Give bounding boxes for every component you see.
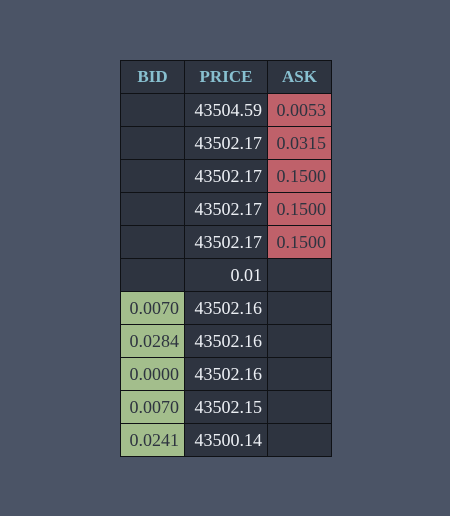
bid-cell: 0.0241 — [120, 423, 185, 457]
ask-cell — [267, 324, 332, 358]
price-header: PRICE — [184, 60, 268, 94]
ask-cell: 0.1500 — [267, 159, 332, 193]
ask-row[interactable]: 43502.17 0.0315 — [120, 126, 332, 160]
ask-cell: 0.1500 — [267, 225, 332, 259]
spread-bid-cell — [120, 258, 185, 292]
bid-cell: 0.0284 — [120, 324, 185, 358]
ask-cell: 0.0053 — [267, 93, 332, 127]
price-cell: 43502.16 — [184, 357, 268, 391]
ask-row[interactable]: 43502.17 0.1500 — [120, 225, 332, 259]
price-cell: 43500.14 — [184, 423, 268, 457]
bid-cell — [120, 192, 185, 226]
price-cell: 43502.17 — [184, 159, 268, 193]
ask-cell — [267, 390, 332, 424]
ask-header: ASK — [267, 60, 332, 94]
bid-header: BID — [120, 60, 185, 94]
bid-cell: 0.0000 — [120, 357, 185, 391]
bid-row[interactable]: 0.0070 43502.15 — [120, 390, 332, 424]
ask-row[interactable]: 43502.17 0.1500 — [120, 192, 332, 226]
bid-row[interactable]: 0.0000 43502.16 — [120, 357, 332, 391]
spread-value: 0.01 — [184, 258, 268, 292]
bid-row[interactable]: 0.0284 43502.16 — [120, 324, 332, 358]
bid-cell — [120, 159, 185, 193]
price-cell: 43502.17 — [184, 225, 268, 259]
bid-row[interactable]: 0.0070 43502.16 — [120, 291, 332, 325]
ask-cell: 0.0315 — [267, 126, 332, 160]
ask-cell — [267, 291, 332, 325]
ask-row[interactable]: 43504.59 0.0053 — [120, 93, 332, 127]
ask-row[interactable]: 43502.17 0.1500 — [120, 159, 332, 193]
bid-row[interactable]: 0.0241 43500.14 — [120, 423, 332, 457]
bid-cell: 0.0070 — [120, 291, 185, 325]
price-cell: 43502.17 — [184, 126, 268, 160]
price-cell: 43504.59 — [184, 93, 268, 127]
spread-row: 0.01 — [120, 258, 332, 292]
header-row: BID PRICE ASK — [120, 60, 332, 94]
spread-ask-cell — [267, 258, 332, 292]
ask-cell — [267, 423, 332, 457]
bid-cell — [120, 126, 185, 160]
ask-cell: 0.1500 — [267, 192, 332, 226]
bid-cell — [120, 93, 185, 127]
ask-cell — [267, 357, 332, 391]
price-cell: 43502.17 — [184, 192, 268, 226]
price-cell: 43502.16 — [184, 291, 268, 325]
price-cell: 43502.15 — [184, 390, 268, 424]
bid-cell — [120, 225, 185, 259]
bid-cell: 0.0070 — [120, 390, 185, 424]
order-book-table: BID PRICE ASK 43504.59 0.0053 43502.17 0… — [120, 60, 332, 457]
price-cell: 43502.16 — [184, 324, 268, 358]
